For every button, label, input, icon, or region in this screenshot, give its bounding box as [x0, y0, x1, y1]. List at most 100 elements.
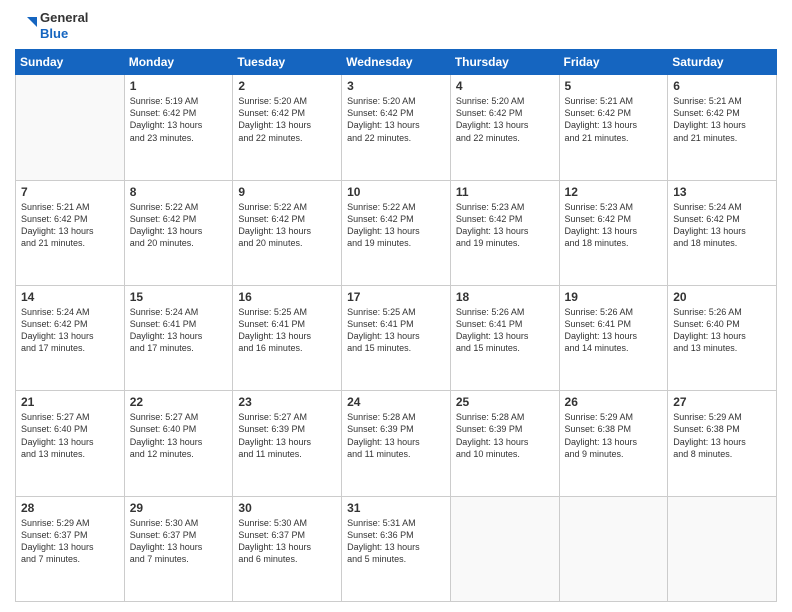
calendar-cell: 30Sunrise: 5:30 AM Sunset: 6:37 PM Dayli… — [233, 496, 342, 601]
day-info: Sunrise: 5:27 AM Sunset: 6:40 PM Dayligh… — [21, 411, 119, 460]
day-info: Sunrise: 5:21 AM Sunset: 6:42 PM Dayligh… — [21, 201, 119, 250]
calendar-cell: 7 Sunrise: 5:21 AM Sunset: 6:42 PM Daylig… — [16, 180, 125, 285]
day-info: Sunrise: 5:27 AM Sunset: 6:39 PM Dayligh… — [238, 411, 336, 460]
day-header-tuesday: Tuesday — [233, 50, 342, 75]
day-number: 20 — [673, 290, 771, 304]
day-info: Sunrise: 5:25 AM Sunset: 6:41 PM Dayligh… — [238, 306, 336, 355]
day-info: Sunrise: 5:30 AM Sunset: 6:37 PM Dayligh… — [130, 517, 228, 566]
day-header-sunday: Sunday — [16, 50, 125, 75]
calendar-table: SundayMondayTuesdayWednesdayThursdayFrid… — [15, 49, 777, 602]
day-header-friday: Friday — [559, 50, 668, 75]
calendar-week-3: 14Sunrise: 5:24 AM Sunset: 6:42 PM Dayli… — [16, 285, 777, 390]
calendar-week-2: 7 Sunrise: 5:21 AM Sunset: 6:42 PM Daylig… — [16, 180, 777, 285]
day-info: Sunrise: 5:24 AM Sunset: 6:42 PM Dayligh… — [21, 306, 119, 355]
calendar-cell: 20 Sunrise: 5:26 AM Sunset: 6:40 PM Dayli… — [668, 285, 777, 390]
day-number: 2 — [238, 79, 336, 93]
calendar-cell — [668, 496, 777, 601]
day-number: 1 — [130, 79, 228, 93]
day-number: 21 — [21, 395, 119, 409]
day-number: 5 — [565, 79, 663, 93]
calendar-cell: 10 Sunrise: 5:22 AM Sunset: 6:42 PM Dayli… — [342, 180, 451, 285]
calendar-cell: 18 Sunrise: 5:26 AM Sunset: 6:41 PM Dayli… — [450, 285, 559, 390]
day-number: 29 — [130, 501, 228, 515]
day-number: 19 — [565, 290, 663, 304]
day-info: Sunrise: 5:29 AM Sunset: 6:38 PM Dayligh… — [565, 411, 663, 460]
calendar-cell: 19 Sunrise: 5:26 AM Sunset: 6:41 PM Dayli… — [559, 285, 668, 390]
day-number: 12 — [565, 185, 663, 199]
day-info: Sunrise: 5:22 AM Sunset: 6:42 PM Dayligh… — [130, 201, 228, 250]
day-number: 30 — [238, 501, 336, 515]
day-info: Sunrise: 5:26 AM Sunset: 6:41 PM Dayligh… — [565, 306, 663, 355]
day-number: 8 — [130, 185, 228, 199]
calendar-cell: 25Sunrise: 5:28 AM Sunset: 6:39 PM Dayli… — [450, 391, 559, 496]
calendar-cell: 14Sunrise: 5:24 AM Sunset: 6:42 PM Dayli… — [16, 285, 125, 390]
day-number: 7 — [21, 185, 119, 199]
calendar-cell: 9 Sunrise: 5:22 AM Sunset: 6:42 PM Daylig… — [233, 180, 342, 285]
calendar-cell: 15Sunrise: 5:24 AM Sunset: 6:41 PM Dayli… — [124, 285, 233, 390]
day-number: 18 — [456, 290, 554, 304]
day-info: Sunrise: 5:23 AM Sunset: 6:42 PM Dayligh… — [565, 201, 663, 250]
day-number: 6 — [673, 79, 771, 93]
day-number: 22 — [130, 395, 228, 409]
day-info: Sunrise: 5:20 AM Sunset: 6:42 PM Dayligh… — [347, 95, 445, 144]
calendar-cell: 12 Sunrise: 5:23 AM Sunset: 6:42 PM Dayli… — [559, 180, 668, 285]
day-info: Sunrise: 5:19 AM Sunset: 6:42 PM Dayligh… — [130, 95, 228, 144]
calendar-cell: 24Sunrise: 5:28 AM Sunset: 6:39 PM Dayli… — [342, 391, 451, 496]
day-info: Sunrise: 5:24 AM Sunset: 6:42 PM Dayligh… — [673, 201, 771, 250]
day-number: 10 — [347, 185, 445, 199]
day-number: 26 — [565, 395, 663, 409]
calendar-cell: 17 Sunrise: 5:25 AM Sunset: 6:41 PM Dayli… — [342, 285, 451, 390]
calendar-cell: 27Sunrise: 5:29 AM Sunset: 6:38 PM Dayli… — [668, 391, 777, 496]
calendar-cell: 29 Sunrise: 5:30 AM Sunset: 6:37 PM Dayli… — [124, 496, 233, 601]
calendar-cell: 28Sunrise: 5:29 AM Sunset: 6:37 PM Dayli… — [16, 496, 125, 601]
calendar-cell: 6 Sunrise: 5:21 AM Sunset: 6:42 PM Daylig… — [668, 75, 777, 180]
day-info: Sunrise: 5:20 AM Sunset: 6:42 PM Dayligh… — [238, 95, 336, 144]
day-number: 16 — [238, 290, 336, 304]
day-info: Sunrise: 5:26 AM Sunset: 6:41 PM Dayligh… — [456, 306, 554, 355]
calendar-cell — [450, 496, 559, 601]
logo-svg — [15, 15, 37, 37]
calendar-cell: 3 Sunrise: 5:20 AM Sunset: 6:42 PM Daylig… — [342, 75, 451, 180]
calendar-cell: 1 Sunrise: 5:19 AM Sunset: 6:42 PM Daylig… — [124, 75, 233, 180]
calendar-cell — [559, 496, 668, 601]
logo: General Blue — [15, 10, 88, 41]
calendar-cell: 16 Sunrise: 5:25 AM Sunset: 6:41 PM Dayli… — [233, 285, 342, 390]
day-info: Sunrise: 5:21 AM Sunset: 6:42 PM Dayligh… — [673, 95, 771, 144]
calendar-cell: 5Sunrise: 5:21 AM Sunset: 6:42 PM Daylig… — [559, 75, 668, 180]
calendar-header-row: SundayMondayTuesdayWednesdayThursdayFrid… — [16, 50, 777, 75]
logo-blue-text: Blue — [40, 26, 88, 42]
day-number: 23 — [238, 395, 336, 409]
day-info: Sunrise: 5:26 AM Sunset: 6:40 PM Dayligh… — [673, 306, 771, 355]
calendar-cell: 8 Sunrise: 5:22 AM Sunset: 6:42 PM Daylig… — [124, 180, 233, 285]
day-info: Sunrise: 5:31 AM Sunset: 6:36 PM Dayligh… — [347, 517, 445, 566]
day-number: 13 — [673, 185, 771, 199]
day-info: Sunrise: 5:28 AM Sunset: 6:39 PM Dayligh… — [456, 411, 554, 460]
day-info: Sunrise: 5:28 AM Sunset: 6:39 PM Dayligh… — [347, 411, 445, 460]
day-number: 9 — [238, 185, 336, 199]
calendar-cell: 2 Sunrise: 5:20 AM Sunset: 6:42 PM Daylig… — [233, 75, 342, 180]
calendar-week-5: 28Sunrise: 5:29 AM Sunset: 6:37 PM Dayli… — [16, 496, 777, 601]
page-header: General Blue — [15, 10, 777, 41]
calendar-week-1: 1 Sunrise: 5:19 AM Sunset: 6:42 PM Daylig… — [16, 75, 777, 180]
day-info: Sunrise: 5:22 AM Sunset: 6:42 PM Dayligh… — [238, 201, 336, 250]
calendar-cell: 21 Sunrise: 5:27 AM Sunset: 6:40 PM Dayli… — [16, 391, 125, 496]
calendar-cell: 13 Sunrise: 5:24 AM Sunset: 6:42 PM Dayli… — [668, 180, 777, 285]
day-header-saturday: Saturday — [668, 50, 777, 75]
day-info: Sunrise: 5:24 AM Sunset: 6:41 PM Dayligh… — [130, 306, 228, 355]
calendar-week-4: 21 Sunrise: 5:27 AM Sunset: 6:40 PM Dayli… — [16, 391, 777, 496]
day-header-wednesday: Wednesday — [342, 50, 451, 75]
day-number: 4 — [456, 79, 554, 93]
day-header-monday: Monday — [124, 50, 233, 75]
calendar-cell: 31Sunrise: 5:31 AM Sunset: 6:36 PM Dayli… — [342, 496, 451, 601]
day-number: 11 — [456, 185, 554, 199]
day-info: Sunrise: 5:22 AM Sunset: 6:42 PM Dayligh… — [347, 201, 445, 250]
day-info: Sunrise: 5:20 AM Sunset: 6:42 PM Dayligh… — [456, 95, 554, 144]
day-number: 3 — [347, 79, 445, 93]
day-info: Sunrise: 5:25 AM Sunset: 6:41 PM Dayligh… — [347, 306, 445, 355]
logo-general-text: General — [40, 10, 88, 26]
day-number: 28 — [21, 501, 119, 515]
day-number: 17 — [347, 290, 445, 304]
day-info: Sunrise: 5:23 AM Sunset: 6:42 PM Dayligh… — [456, 201, 554, 250]
calendar-cell: 22 Sunrise: 5:27 AM Sunset: 6:40 PM Dayli… — [124, 391, 233, 496]
day-info: Sunrise: 5:27 AM Sunset: 6:40 PM Dayligh… — [130, 411, 228, 460]
